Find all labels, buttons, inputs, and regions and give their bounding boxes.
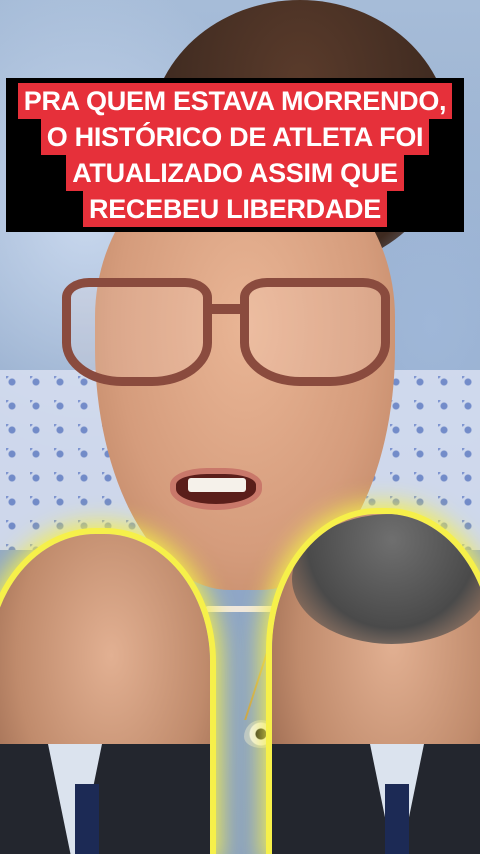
caption-line-3: ATUALIZADO ASSIM QUE — [66, 155, 404, 191]
caption-line-4: RECEBEU LIBERDADE — [83, 191, 387, 227]
caption-text-block: PRA QUEM ESTAVA MORRENDO, O HISTÓRICO DE… — [17, 83, 453, 227]
left-man-suit — [0, 744, 210, 854]
left-man-tie — [75, 784, 99, 854]
eyeglasses — [62, 278, 392, 388]
caption-line-2: O HISTÓRICO DE ATLETA FOI — [40, 119, 430, 155]
teeth — [188, 478, 246, 492]
right-man-portrait — [272, 514, 480, 854]
left-lens — [62, 278, 212, 386]
woman-mouth — [170, 468, 262, 510]
caption-line-1: PRA QUEM ESTAVA MORRENDO, — [17, 83, 453, 119]
caption-box: PRA QUEM ESTAVA MORRENDO, O HISTÓRICO DE… — [6, 78, 464, 232]
right-man-hair — [292, 514, 480, 644]
right-man-tie — [385, 784, 409, 854]
left-man-portrait — [0, 534, 210, 854]
glasses-bridge — [208, 304, 244, 314]
right-lens — [240, 278, 390, 386]
